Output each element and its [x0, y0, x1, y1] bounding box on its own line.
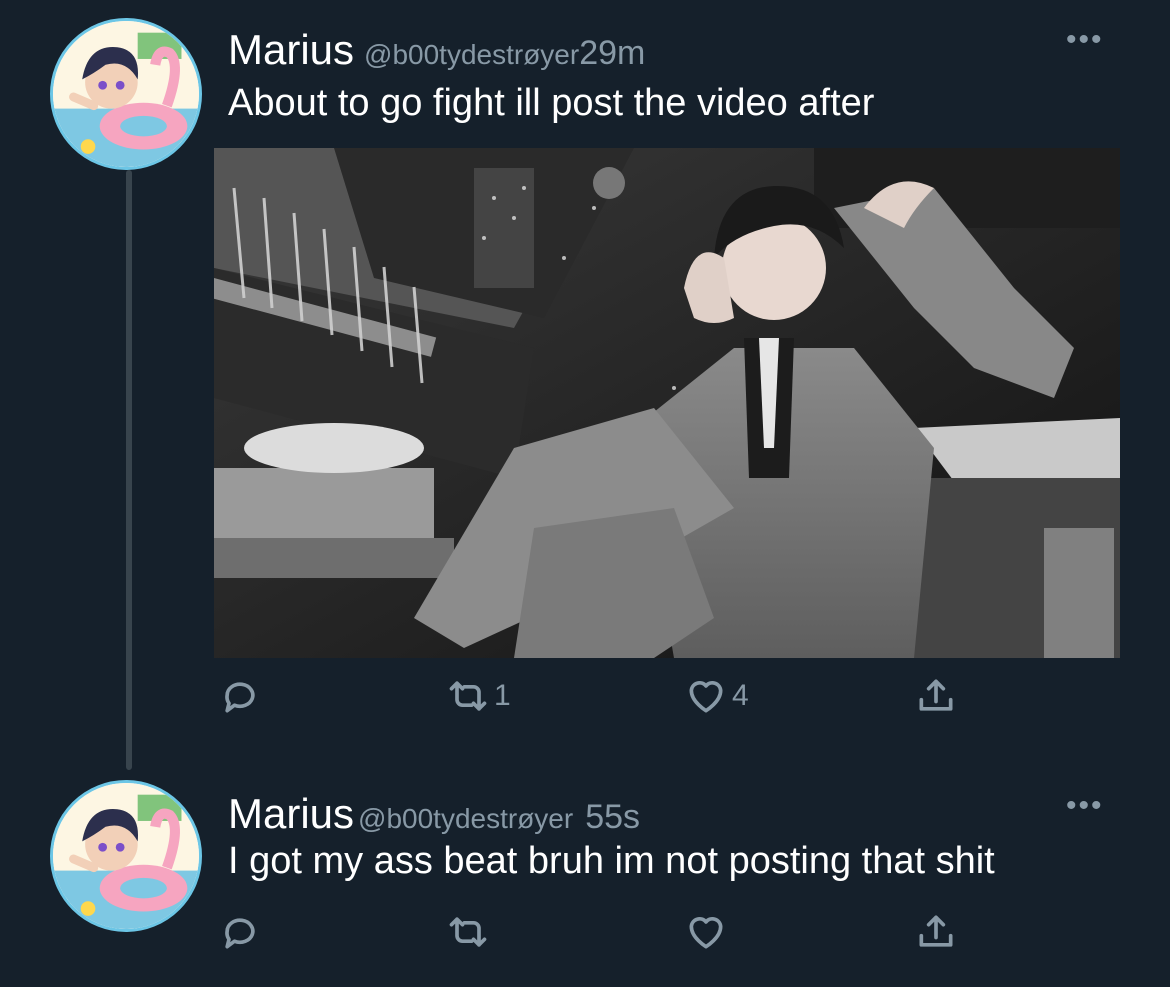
media-illustration — [214, 148, 1120, 658]
tweet-actions: 1 4 — [218, 674, 978, 724]
share-button[interactable] — [914, 674, 958, 718]
avatar-image — [53, 21, 199, 167]
more-icon[interactable]: ••• — [1066, 791, 1104, 821]
retweet-count: 1 — [494, 679, 511, 712]
tweet-actions — [218, 910, 978, 960]
display-name[interactable]: Marius — [228, 790, 354, 838]
retweet-button[interactable]: 1 — [446, 674, 511, 718]
tweet-media-image[interactable] — [214, 148, 1120, 658]
reply-icon — [225, 918, 255, 949]
reply-button[interactable] — [218, 910, 266, 954]
tweet-text: About to go fight ill post the video aft… — [228, 82, 875, 124]
retweet-button[interactable] — [446, 910, 494, 954]
avatar[interactable] — [50, 780, 202, 932]
tweet-header: Marius @b00tydestrøyer 29m — [228, 26, 645, 74]
user-handle[interactable]: @b00tydestrøyer — [358, 803, 573, 835]
like-button[interactable]: 4 — [684, 674, 749, 718]
heart-icon — [689, 681, 723, 713]
tweet-text: I got my ass beat bruh im not posting th… — [228, 840, 995, 882]
share-icon — [919, 679, 953, 711]
user-handle[interactable]: @b00tydestrøyer — [364, 39, 579, 71]
share-icon — [919, 915, 953, 947]
more-icon[interactable]: ••• — [1066, 25, 1104, 55]
display-name[interactable]: Marius — [228, 26, 354, 74]
thread-connector-line — [126, 170, 132, 770]
share-button[interactable] — [914, 910, 958, 954]
timestamp[interactable]: 55s — [585, 798, 640, 837]
tweet-header: Marius @b00tydestrøyer 55s — [228, 790, 640, 838]
avatar[interactable] — [50, 18, 202, 170]
retweet-icon — [449, 917, 487, 947]
avatar-image — [53, 783, 199, 929]
reply-button[interactable] — [218, 674, 266, 718]
heart-icon — [689, 917, 723, 949]
retweet-icon — [449, 681, 487, 711]
reply-icon — [225, 682, 255, 713]
timestamp[interactable]: 29m — [579, 34, 645, 73]
like-button[interactable] — [684, 910, 732, 954]
like-count: 4 — [732, 679, 749, 712]
